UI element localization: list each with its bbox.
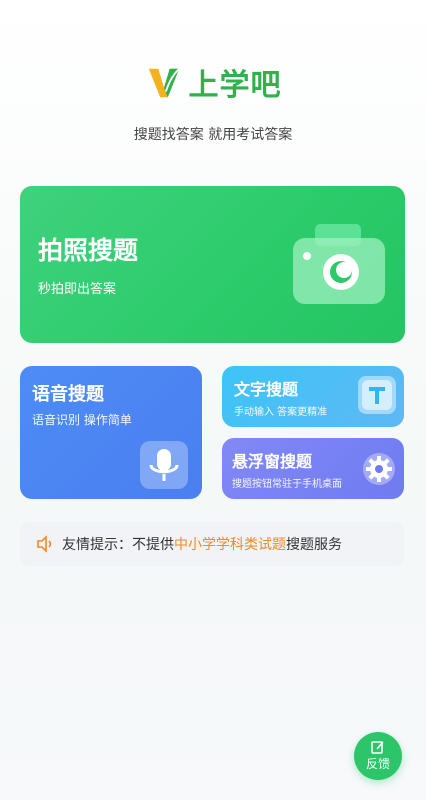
text-search-card[interactable]: 文字搜题 手动输入 答案更精准 xyxy=(222,366,404,427)
voice-search-subtitle: 语音识别 操作简单 xyxy=(32,413,132,427)
app-logo: 上学吧 xyxy=(0,58,426,106)
notice-banner: 友情提示：不提供中小学学科类试题搜题服务 xyxy=(20,522,404,566)
speaker-icon xyxy=(37,535,52,553)
notice-highlight: 中小学学科类试题 xyxy=(174,537,286,553)
photo-search-subtitle: 秒拍即出答案 xyxy=(38,282,117,297)
notice-suffix: 搜题服务 xyxy=(286,537,342,553)
text-search-title: 文字搜题 xyxy=(234,380,299,399)
text-t-icon xyxy=(358,376,396,414)
app-name: 上学吧 xyxy=(188,68,282,103)
feedback-label: 反馈 xyxy=(365,757,390,771)
camera-icon xyxy=(293,224,385,304)
voice-search-card[interactable]: 语音搜题 语音识别 操作简单 xyxy=(20,366,202,499)
float-window-search-card[interactable]: 悬浮窗搜题 搜题按钮常驻于手机桌面 xyxy=(222,438,404,499)
notice-text: 友情提示：不提供中小学学科类试题搜题服务 xyxy=(62,534,342,554)
photo-search-title: 拍照搜题 xyxy=(38,236,139,265)
edit-icon xyxy=(371,741,384,754)
notice-prefix: 友情提示：不提供 xyxy=(62,537,174,553)
gear-icon xyxy=(363,453,395,485)
float-search-title: 悬浮窗搜题 xyxy=(232,452,313,471)
microphone-icon xyxy=(140,441,188,489)
slogan: 搜题找答案 就用考试答案 xyxy=(133,127,293,143)
float-search-subtitle: 搜题按钮常驻于手机桌面 xyxy=(232,479,342,490)
photo-search-card[interactable]: 拍照搜题 秒拍即出答案 xyxy=(20,186,405,343)
leaf-logo-icon xyxy=(148,68,180,98)
voice-search-title: 语音搜题 xyxy=(32,384,104,405)
feedback-button[interactable]: 反馈 xyxy=(354,732,402,780)
text-search-subtitle: 手动输入 答案更精准 xyxy=(234,407,328,418)
